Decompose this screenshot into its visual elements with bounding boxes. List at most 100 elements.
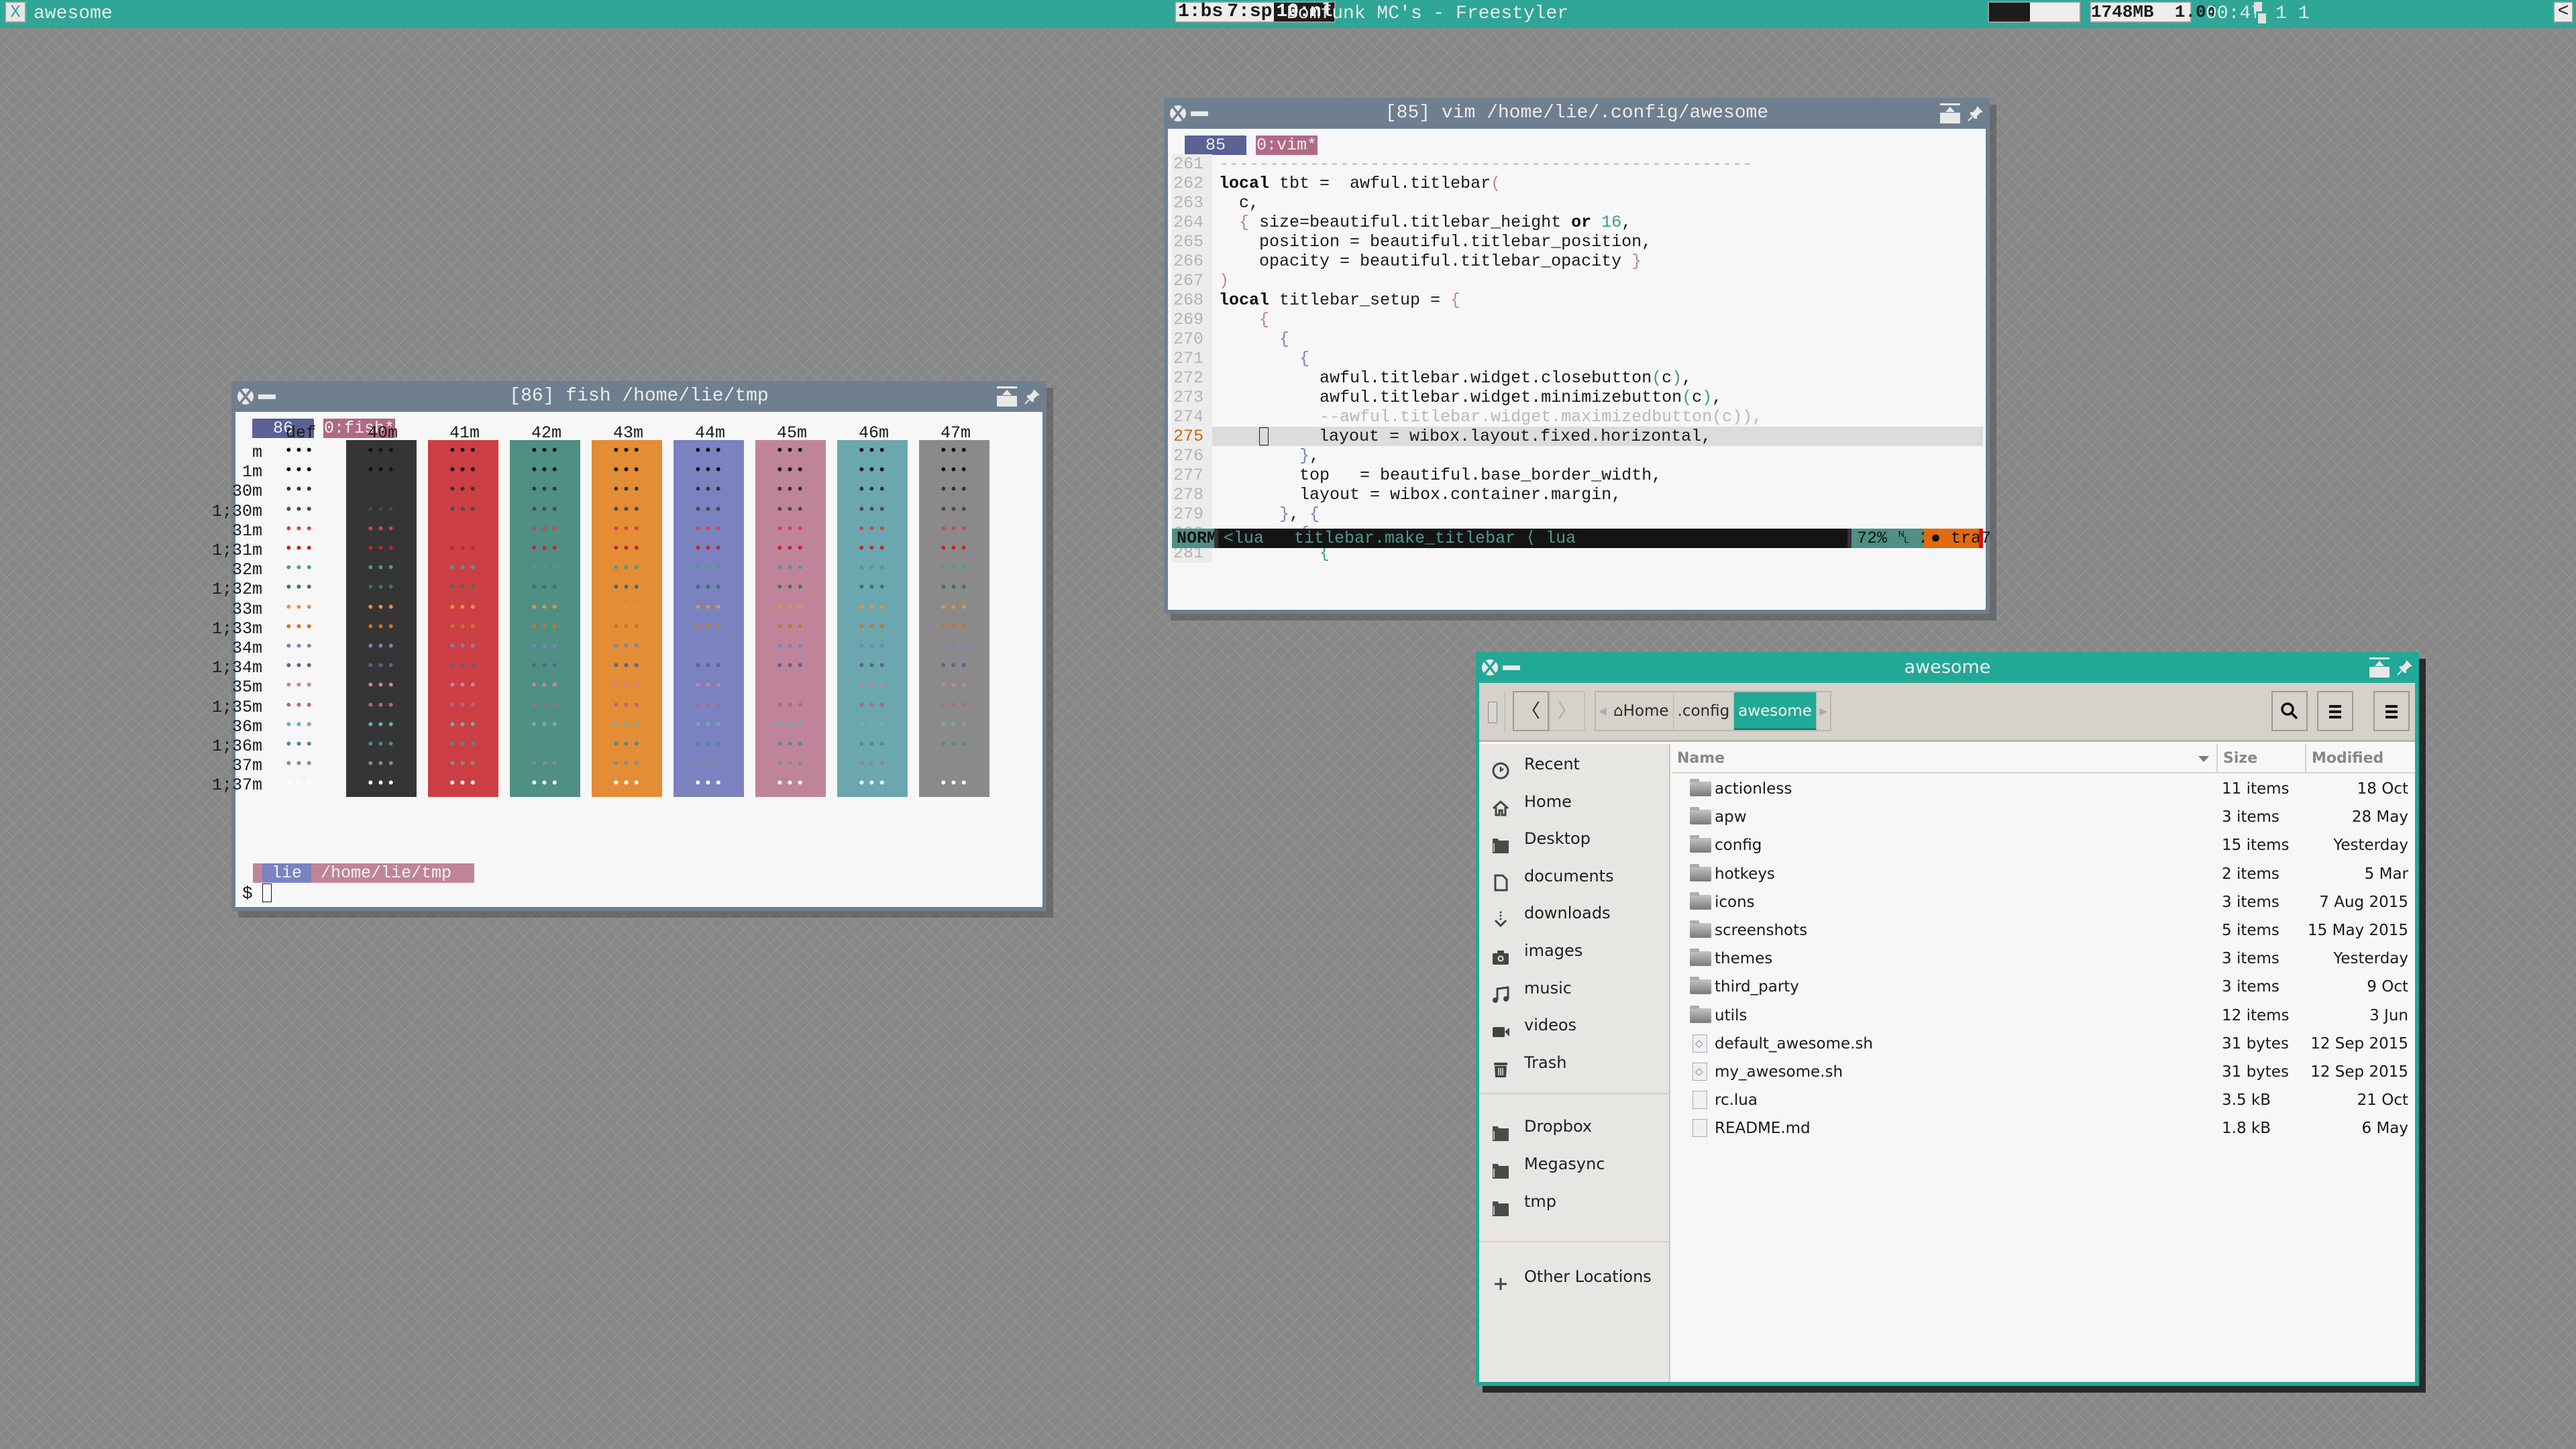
code-line[interactable]: 279 }, { (1172, 504, 1983, 524)
code-line[interactable]: 266 opacity = beautiful.titlebar_opacity… (1172, 252, 1983, 271)
code-line[interactable]: 268 local titlebar_setup = { (1172, 290, 1983, 310)
sidebar-item-documents[interactable]: documents (1479, 856, 1670, 896)
code-line[interactable]: 265 position = beautiful.titlebar_positi… (1172, 232, 1983, 252)
breadcrumb-config[interactable]: .config (1673, 692, 1735, 730)
volume-meter[interactable] (1988, 1, 2081, 23)
breadcrumb-home[interactable]: ⌂Home (1609, 692, 1674, 730)
breadcrumb-right-arrow[interactable]: ▸ (1817, 692, 1830, 730)
file-row[interactable]: utils 12 items 3 Jun (1672, 1002, 2415, 1030)
sidebar-item-label: tmp (1524, 1192, 1557, 1211)
mpd-tag-0[interactable]: 1:bs (1176, 3, 1226, 21)
file-size: 31 bytes (2222, 1063, 2289, 1081)
code-line[interactable]: 274 --awful.titlebar.widget.maximizedbut… (1172, 407, 1983, 427)
now-playing[interactable]: Bomfunk MC's - Freestyler (1287, 3, 1568, 24)
code-line[interactable]: 276 }, (1172, 446, 1983, 466)
ontop-icon[interactable] (997, 386, 1017, 407)
code-line[interactable]: 273 awful.titlebar.widget.minimizebutton… (1172, 388, 1983, 407)
color-sample-dots: ••• (938, 619, 970, 636)
column-size[interactable]: Size (2216, 744, 2305, 773)
window-titlebar[interactable]: [86] fish /home/lie/tmp (231, 381, 1046, 412)
code-buffer[interactable]: 261 -------------------------------------… (1172, 154, 1983, 563)
file-name: README.md (1715, 1120, 1811, 1138)
file-row[interactable]: README.md 1.8 kB 6 May (1672, 1114, 2415, 1142)
code-line[interactable]: 278 layout = wibox.container.margin, (1172, 485, 1983, 504)
code-line[interactable]: 277 top = beautiful.base_border_width, (1172, 466, 1983, 485)
breadcrumb-awesome[interactable]: awesome (1734, 692, 1817, 730)
code-line[interactable]: 263 c, (1172, 193, 1983, 213)
search-button[interactable] (2271, 691, 2308, 731)
sidebar-item-videos[interactable]: videos (1479, 1005, 1670, 1045)
window-titlebar[interactable]: awesome (1476, 652, 2419, 683)
code-line[interactable]: 264 { size=beautiful.titlebar_height or … (1172, 213, 1983, 232)
sidebar-item-downloads[interactable]: downloads (1479, 893, 1670, 933)
sidebar-item-images[interactable]: images (1479, 930, 1670, 971)
view-options-button[interactable] (2317, 691, 2353, 731)
mpd-tag-1[interactable]: 7:sp (1225, 3, 1275, 21)
ontop-icon[interactable] (2369, 657, 2390, 678)
minimize-icon[interactable] (1503, 665, 1520, 670)
sort-descending-icon[interactable] (2198, 756, 2209, 762)
layout-icon[interactable] (2251, 2, 2271, 23)
code-line[interactable]: 267) (1172, 271, 1983, 290)
pin-icon[interactable] (1024, 388, 1041, 405)
column-name[interactable]: Name (1672, 744, 2222, 773)
file-row[interactable]: config 15 items Yesterday (1672, 831, 2415, 859)
file-row[interactable]: default_awesome.sh 31 bytes 12 Sep 2015 (1672, 1029, 2415, 1058)
file-row[interactable]: apw 3 items 28 May (1672, 803, 2415, 831)
pin-icon[interactable] (1967, 105, 1984, 122)
file-row[interactable]: themes 3 items Yesterday (1672, 945, 2415, 973)
color-sample-dots: ••• (366, 775, 397, 793)
script-file-icon (1693, 1057, 1707, 1085)
file-row[interactable]: actionless 11 items 18 Oct (1672, 775, 2415, 803)
file-size: 3 items (2222, 808, 2279, 826)
code-line[interactable]: 270 { (1172, 329, 1983, 349)
sidebar-item-other-locations[interactable]: Other Locations (1479, 1256, 1670, 1297)
file-row[interactable]: screenshots 5 items 15 May 2015 (1672, 916, 2415, 945)
forward-button[interactable]: 〉 (1549, 691, 1585, 731)
close-icon[interactable] (1169, 105, 1187, 122)
sidebar-item-home[interactable]: Home (1479, 782, 1670, 822)
menu-button[interactable] (2373, 691, 2410, 731)
code-text: ----------------------------------------… (1219, 154, 1753, 174)
code-line[interactable]: 271 { (1172, 349, 1983, 368)
code-line[interactable]: 272 awful.titlebar.widget.closebutton(c)… (1172, 368, 1983, 388)
code-line[interactable]: 261 -------------------------------------… (1172, 154, 1983, 174)
tag-button[interactable]: X (5, 1, 26, 23)
back-button[interactable]: 〈 (1513, 691, 1549, 731)
sidebar-item-megasync[interactable]: Megasync (1479, 1144, 1670, 1184)
sidebar-item-tmp[interactable]: tmp (1479, 1181, 1670, 1222)
color-sample-dots: ••• (529, 560, 561, 578)
tmux-session[interactable]: 85 (1185, 136, 1246, 155)
code-line[interactable]: 269 { (1172, 310, 1983, 329)
minimize-icon[interactable] (1191, 111, 1208, 116)
sidebar-item-dropbox[interactable]: Dropbox (1479, 1106, 1670, 1146)
sidebar-item-trash[interactable]: Trash (1479, 1042, 1670, 1083)
file-row[interactable]: icons 3 items 7 Aug 2015 (1672, 888, 2415, 916)
window-titlebar[interactable]: [85] vim /home/lie/.config/awesome (1164, 98, 1990, 129)
code-line[interactable]: 262 local tbt = awful.titlebar( (1172, 174, 1983, 193)
code-text: awful.titlebar.widget.closebutton(c), (1219, 368, 1693, 388)
folder-icon (1491, 1155, 1510, 1179)
column-modified[interactable]: Modified (2305, 744, 2415, 773)
pin-icon[interactable] (2396, 659, 2414, 676)
terminal-content[interactable]: 86 0:fish* lie /home/lie/tmp $ def 40m 41m… (212, 412, 1042, 907)
color-sample-dots: ••• (693, 501, 724, 519)
file-row[interactable]: my_awesome.sh 31 bytes 12 Sep 2015 (1672, 1057, 2415, 1086)
close-icon[interactable] (237, 388, 254, 405)
systray-toggle-button[interactable]: < (2553, 1, 2573, 23)
code-line-current[interactable]: 275 layout = wibox.layout.fixed.horizont… (1172, 427, 1983, 446)
folder-icon (1491, 829, 1510, 854)
file-row[interactable]: rc.lua 3.5 kB 21 Oct (1672, 1086, 2415, 1114)
minimize-icon[interactable] (258, 394, 276, 399)
sidebar-item-music[interactable]: music (1479, 968, 1670, 1008)
tmux-window-tab[interactable]: 0:vim* (1256, 136, 1318, 155)
ontop-icon[interactable] (1940, 103, 1960, 123)
file-row[interactable]: hotkeys 2 items 5 Mar (1672, 860, 2415, 888)
drive-icon[interactable] (1488, 702, 1497, 723)
file-row[interactable]: third_party 3 items 9 Oct (1672, 973, 2415, 1001)
close-icon[interactable] (1481, 659, 1499, 676)
breadcrumb-left-arrow[interactable]: ◂ (1596, 692, 1609, 730)
sidebar-item-desktop[interactable]: Desktop (1479, 818, 1670, 859)
vim-editor[interactable]: 85 0:vim* 261 ---------------------------… (1168, 129, 1991, 610)
sidebar-item-recent[interactable]: Recent (1479, 744, 1670, 784)
